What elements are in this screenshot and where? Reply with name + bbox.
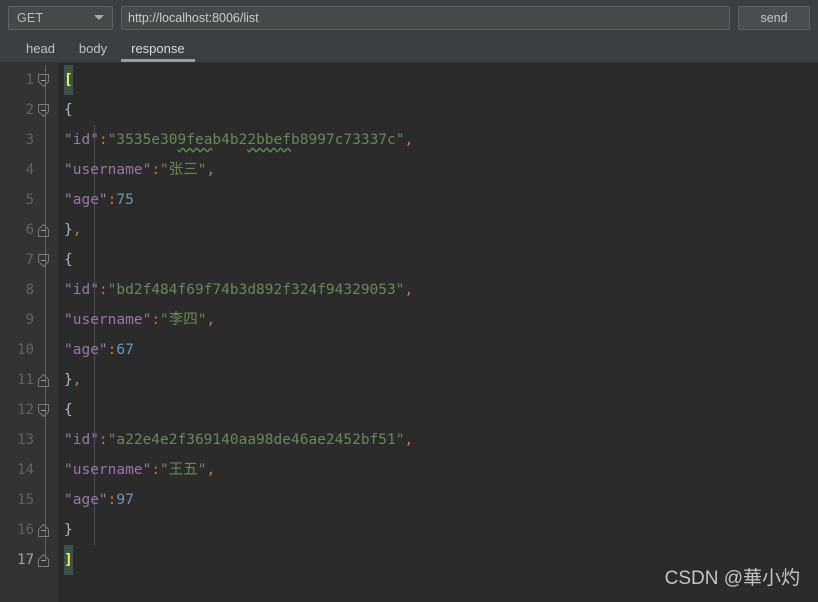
tab-head[interactable]: head — [14, 35, 67, 62]
fold-marker-slot — [36, 485, 52, 515]
gutter-row[interactable]: 6 — [0, 215, 58, 245]
response-code-editor[interactable]: 1 2 3 4 5 6 7 8 9 10 11 12 13 14 15 16 17 [ { "id": "353… — [0, 63, 818, 602]
code-line[interactable]: "age": 67 — [64, 335, 818, 365]
line-number: 9 — [25, 312, 34, 328]
fold-marker-slot — [36, 395, 52, 425]
line-number: 8 — [25, 282, 34, 298]
code-line[interactable]: "age": 97 — [64, 485, 818, 515]
line-number: 16 — [17, 522, 34, 538]
fold-collapse-icon[interactable] — [37, 73, 51, 87]
line-number: 17 — [17, 552, 34, 568]
gutter-row[interactable]: 13 — [0, 425, 58, 455]
editor-gutter[interactable]: 1 2 3 4 5 6 7 8 9 10 11 12 13 14 15 16 17 — [0, 63, 58, 602]
response-tabbar: head body response — [0, 35, 818, 63]
fold-marker-slot — [36, 305, 52, 335]
line-number: 3 — [25, 132, 34, 148]
gutter-row[interactable]: 11 — [0, 365, 58, 395]
tab-body[interactable]: body — [67, 35, 119, 62]
code-line[interactable]: "username": "张三", — [64, 155, 818, 185]
fold-marker-slot — [36, 455, 52, 485]
fold-collapse-icon[interactable] — [37, 103, 51, 117]
line-number: 4 — [25, 162, 34, 178]
fold-marker-slot — [36, 185, 52, 215]
line-number: 5 — [25, 192, 34, 208]
line-number: 12 — [17, 402, 34, 418]
gutter-row[interactable]: 8 — [0, 275, 58, 305]
fold-marker-slot — [36, 545, 52, 575]
url-input-value: http://localhost:8006/list — [128, 10, 259, 25]
http-method-value: GET — [17, 10, 44, 25]
line-number: 2 — [25, 102, 34, 118]
gutter-row[interactable]: 17 — [0, 545, 58, 575]
fold-marker-slot — [36, 215, 52, 245]
gutter-row[interactable]: 10 — [0, 335, 58, 365]
code-line[interactable]: { — [64, 95, 818, 125]
code-line[interactable]: [ — [64, 65, 818, 95]
gutter-row[interactable]: 14 — [0, 455, 58, 485]
fold-marker-slot — [36, 425, 52, 455]
fold-collapse-icon[interactable] — [37, 403, 51, 417]
code-line[interactable]: "id": "3535e309feab4b22bbefb8997c73337c"… — [64, 125, 818, 155]
code-line[interactable]: "age": 75 — [64, 185, 818, 215]
fold-marker-slot — [36, 65, 52, 95]
url-input[interactable]: http://localhost:8006/list — [121, 5, 730, 30]
tab-body-label: body — [78, 41, 108, 56]
code-line[interactable]: { — [64, 395, 818, 425]
line-number: 11 — [17, 372, 34, 388]
fold-marker-slot — [36, 365, 52, 395]
code-line[interactable]: "username": "王五", — [64, 455, 818, 485]
line-number: 6 — [25, 222, 34, 238]
fold-marker-slot — [36, 125, 52, 155]
line-number: 14 — [17, 462, 34, 478]
fold-collapse-icon[interactable] — [37, 253, 51, 267]
chevron-down-icon — [94, 15, 104, 20]
code-line[interactable]: }, — [64, 365, 818, 395]
gutter-row[interactable]: 4 — [0, 155, 58, 185]
code-line[interactable]: "id": "bd2f484f69f74b3d892f324f94329053"… — [64, 275, 818, 305]
api-test-tool-window: GET http://localhost:8006/list send head… — [0, 0, 818, 602]
fold-expand-end-icon[interactable] — [37, 223, 51, 237]
fold-marker-slot — [36, 245, 52, 275]
gutter-row[interactable]: 3 — [0, 125, 58, 155]
fold-expand-end-icon[interactable] — [37, 553, 51, 567]
gutter-row[interactable]: 9 — [0, 305, 58, 335]
code-line[interactable]: } — [64, 515, 818, 545]
fold-marker-slot — [36, 155, 52, 185]
code-line[interactable]: }, — [64, 215, 818, 245]
gutter-row[interactable]: 15 — [0, 485, 58, 515]
gutter-row[interactable]: 7 — [0, 245, 58, 275]
line-number: 10 — [17, 342, 34, 358]
fold-marker-slot — [36, 335, 52, 365]
fold-marker-slot — [36, 275, 52, 305]
fold-marker-slot — [36, 95, 52, 125]
code-line[interactable]: "username": "李四", — [64, 305, 818, 335]
fold-expand-end-icon[interactable] — [37, 373, 51, 387]
gutter-row[interactable]: 1 — [0, 65, 58, 95]
code-line[interactable]: "id": "a22e4e2f369140aa98de46ae2452bf51"… — [64, 425, 818, 455]
bracket-highlight: [ — [64, 65, 73, 95]
code-line[interactable]: ] — [64, 545, 818, 575]
gutter-row[interactable]: 12 — [0, 395, 58, 425]
tab-response-label: response — [131, 41, 185, 56]
send-button-label: send — [760, 10, 788, 25]
fold-marker-slot — [36, 515, 52, 545]
bracket-highlight: ] — [64, 545, 73, 575]
gutter-row[interactable]: 2 — [0, 95, 58, 125]
request-toolbar: GET http://localhost:8006/list send — [0, 0, 818, 35]
gutter-row[interactable]: 5 — [0, 185, 58, 215]
line-number: 1 — [25, 72, 34, 88]
http-method-select[interactable]: GET — [8, 5, 113, 30]
tab-response[interactable]: response — [119, 35, 196, 62]
send-button[interactable]: send — [738, 5, 810, 30]
line-number: 15 — [17, 492, 34, 508]
gutter-row[interactable]: 16 — [0, 515, 58, 545]
line-number: 7 — [25, 252, 34, 268]
editor-code-area[interactable]: [ { "id": "3535e309feab4b22bbefb8997c733… — [58, 63, 818, 602]
line-number: 13 — [17, 432, 34, 448]
tab-head-label: head — [26, 41, 55, 56]
fold-expand-end-icon[interactable] — [37, 523, 51, 537]
code-line[interactable]: { — [64, 245, 818, 275]
